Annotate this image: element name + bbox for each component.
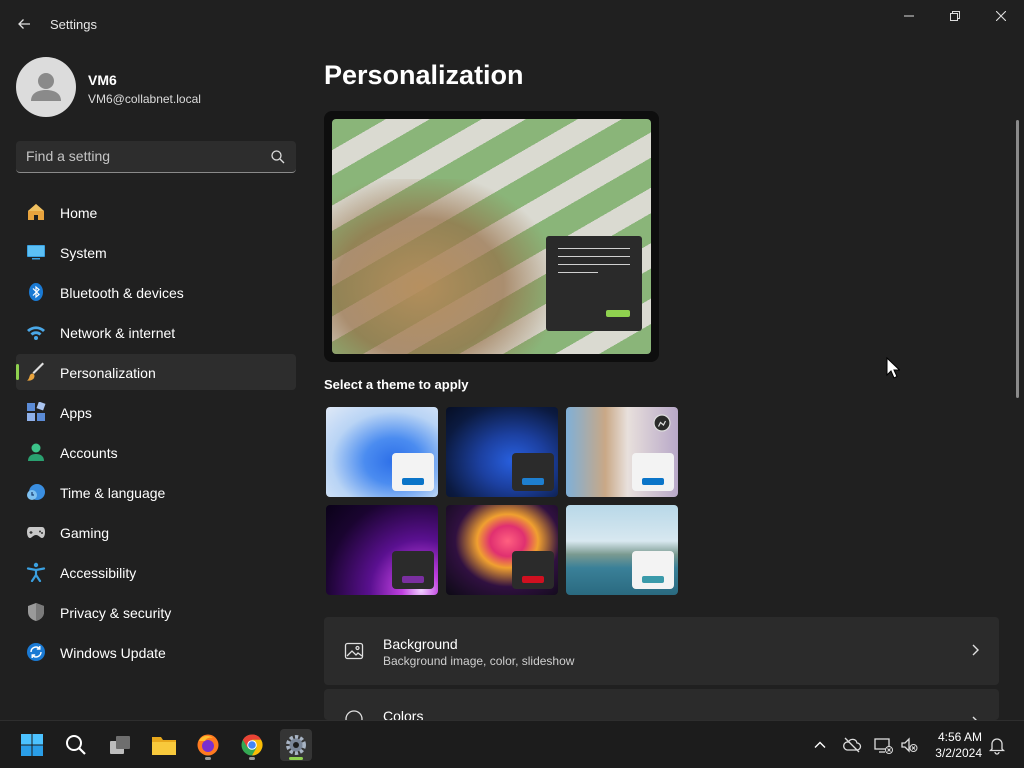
sidebar-item-bluetooth[interactable]: Bluetooth & devices <box>16 274 296 310</box>
sidebar-item-gaming[interactable]: Gaming <box>16 514 296 550</box>
clock-time[interactable]: 4:56 AM <box>934 730 982 744</box>
volume-muted-icon[interactable] <box>899 735 919 755</box>
palette-icon <box>345 710 363 720</box>
theme-captured-motion[interactable] <box>446 505 558 595</box>
user-silhouette-icon <box>31 73 61 101</box>
home-icon <box>28 204 44 220</box>
preview-accent-button <box>606 310 630 317</box>
windows-logo-icon <box>21 734 43 756</box>
restore-icon <box>950 11 960 21</box>
background-image-icon <box>344 642 364 660</box>
background-row[interactable]: Background Background image, color, slid… <box>324 617 999 685</box>
chevron-up-icon[interactable] <box>810 735 830 755</box>
bluetooth-icon <box>29 283 43 301</box>
firefox-button[interactable] <box>192 729 224 761</box>
theme-spotlight[interactable] <box>566 407 678 497</box>
brush-icon <box>27 362 44 381</box>
chrome-button[interactable] <box>236 729 268 761</box>
task-view-button[interactable] <box>104 729 136 761</box>
gamepad-icon <box>27 527 45 538</box>
network-disconnected-icon[interactable] <box>873 735 893 755</box>
theme-flow[interactable] <box>566 505 678 595</box>
sidebar-item-accessibility[interactable]: Accessibility <box>16 554 296 590</box>
notification-bell-icon[interactable] <box>987 735 1007 755</box>
restore-button[interactable] <box>932 0 978 32</box>
spotlight-icon <box>653 414 671 432</box>
theme-glow[interactable] <box>326 505 438 595</box>
task-view-icon <box>110 736 130 754</box>
sidebar-item-personalization[interactable]: Personalization <box>16 354 296 390</box>
accessibility-icon <box>26 562 46 582</box>
system-icon <box>27 245 45 260</box>
sidebar-item-privacy[interactable]: Privacy & security <box>16 594 296 630</box>
page-title: Personalization <box>324 60 524 90</box>
sidebar-item-windows-update[interactable]: Windows Update <box>16 634 296 670</box>
firefox-icon <box>197 734 219 756</box>
sidebar-nav: Home System Bluetooth & devices Network … <box>16 194 296 674</box>
onedrive-offline-icon[interactable] <box>842 735 862 755</box>
accounts-icon <box>28 443 44 461</box>
sidebar-item-accounts[interactable]: Accounts <box>16 434 296 470</box>
taskbar: 4:56 AM 3/2/2024 <box>0 720 1024 768</box>
user-email: VM6@collabnet.local <box>88 92 201 106</box>
close-button[interactable] <box>978 0 1024 32</box>
sidebar-item-network[interactable]: Network & internet <box>16 314 296 350</box>
colors-row[interactable]: Colors <box>324 689 999 720</box>
file-explorer-button[interactable] <box>148 729 180 761</box>
search-icon[interactable] <box>270 149 286 165</box>
preview-window-mockup <box>546 236 642 331</box>
themes-section-label: Select a theme to apply <box>324 377 469 392</box>
mouse-cursor-icon <box>886 357 900 379</box>
theme-preview <box>324 111 659 362</box>
sidebar-item-time-language[interactable]: Time & language <box>16 474 296 510</box>
minimize-button[interactable] <box>886 0 932 32</box>
chrome-icon <box>241 734 263 756</box>
back-button[interactable] <box>10 10 38 38</box>
sidebar-item-apps[interactable]: Apps <box>16 394 296 430</box>
theme-windows-light[interactable] <box>326 407 438 497</box>
back-arrow-icon <box>18 19 30 29</box>
search-icon <box>66 735 86 755</box>
taskbar-search-button[interactable] <box>60 729 92 761</box>
app-title: Settings <box>50 17 97 32</box>
search-input[interactable] <box>26 141 266 171</box>
gear-icon <box>286 735 306 755</box>
shield-icon <box>28 603 44 621</box>
chevron-right-icon <box>972 644 979 656</box>
user-name: VM6 <box>88 72 117 88</box>
sidebar-item-home[interactable]: Home <box>16 194 296 230</box>
minimize-icon <box>904 15 914 17</box>
scrollbar[interactable] <box>1016 120 1019 398</box>
theme-windows-dark[interactable] <box>446 407 558 497</box>
search-box[interactable] <box>16 141 296 173</box>
clock-date[interactable]: 3/2/2024 <box>928 746 982 760</box>
title-bar: Settings <box>0 0 1024 48</box>
sidebar-item-system[interactable]: System <box>16 234 296 270</box>
clock-globe-icon <box>27 484 45 500</box>
apps-icon <box>27 402 46 421</box>
close-icon <box>996 11 1006 21</box>
avatar[interactable] <box>16 57 76 117</box>
wifi-icon <box>27 326 45 340</box>
update-icon <box>27 643 45 661</box>
folder-icon <box>152 737 176 755</box>
start-button[interactable] <box>16 729 48 761</box>
settings-taskbar-button[interactable] <box>280 729 312 761</box>
